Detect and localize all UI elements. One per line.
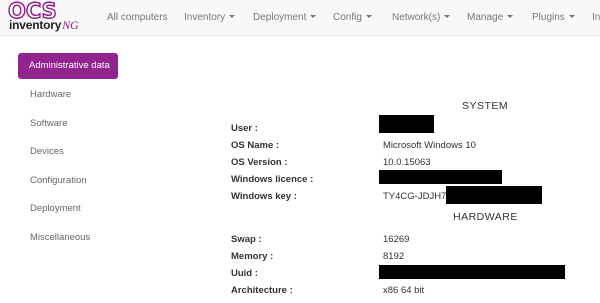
nav-inventory-label: Inventory: [184, 12, 226, 23]
sidebar-item-miscellaneous[interactable]: Miscellaneous: [30, 232, 90, 243]
sidebar-item-configuration[interactable]: Configuration: [30, 175, 87, 186]
uuid-value-redacted: [379, 265, 565, 279]
nav-overflow-label: In: [592, 12, 600, 23]
os-name-value: Microsoft Windows 10: [383, 140, 476, 151]
os-name-label: OS Name :: [231, 140, 280, 151]
nav-deployment-label: Deployment: [253, 12, 307, 23]
logo-inventory-text: inventoryNG: [9, 18, 79, 32]
caret-down-icon: [507, 15, 514, 19]
caret-down-icon: [444, 15, 451, 19]
logo-ng-suffix: NG: [62, 18, 79, 32]
caret-down-icon: [310, 15, 317, 19]
sidebar-item-software[interactable]: Software: [30, 118, 68, 129]
swap-label: Swap :: [231, 234, 262, 245]
memory-value: 8192: [383, 251, 405, 262]
windows-key-value: TY4CG-JDJH7-: [383, 191, 450, 202]
hardware-section-title: HARDWARE: [453, 211, 518, 223]
architecture-value: x86 64 bit: [383, 285, 425, 296]
sidebar-item-hardware[interactable]: Hardware: [30, 89, 71, 100]
uuid-label: Uuid :: [231, 268, 258, 279]
nav-manage-label: Manage: [467, 12, 504, 23]
os-version-value: 10.0.15063: [383, 157, 431, 168]
caret-down-icon: [229, 15, 236, 19]
sidebar-item-administrative-data[interactable]: Administrative data: [18, 53, 118, 79]
user-label: User :: [231, 123, 258, 134]
sidebar-item-deployment[interactable]: Deployment: [30, 203, 81, 214]
memory-label: Memory :: [231, 251, 274, 262]
windows-key-label: Windows key :: [231, 191, 297, 202]
logo-inventory-word: inventory: [9, 18, 62, 32]
os-version-label: OS Version :: [231, 157, 288, 168]
caret-down-icon: [365, 15, 372, 19]
nav-all-computers-label: All computers: [107, 12, 168, 23]
system-section-title: SYSTEM: [462, 100, 509, 112]
nav-plugins[interactable]: Plugins: [532, 0, 575, 36]
nav-plugins-label: Plugins: [532, 12, 565, 23]
ocs-inventory-logo[interactable]: OCS inventoryNG: [7, 0, 100, 34]
nav-networks-label: Network(s): [392, 12, 441, 23]
nav-deployment[interactable]: Deployment: [253, 0, 317, 36]
nav-manage[interactable]: Manage: [467, 0, 514, 36]
nav-inventory[interactable]: Inventory: [184, 0, 236, 36]
nav-overflow-item[interactable]: In: [592, 0, 600, 36]
architecture-label: Architecture :: [231, 285, 293, 296]
sidebar-item-devices[interactable]: Devices: [30, 146, 64, 157]
windows-licence-value-redacted: [379, 170, 502, 184]
nav-config-label: Config: [333, 12, 362, 23]
caret-down-icon: [568, 15, 575, 19]
top-navbar: OCS inventoryNG All computers Inventory …: [0, 0, 600, 36]
windows-licence-label: Windows licence :: [231, 174, 314, 185]
swap-value: 16269: [383, 234, 410, 245]
windows-key-redacted: [446, 186, 542, 204]
nav-networks[interactable]: Network(s): [392, 0, 451, 36]
nav-config[interactable]: Config: [333, 0, 372, 36]
nav-all-computers[interactable]: All computers: [107, 0, 168, 36]
user-value-redacted: [379, 115, 434, 133]
